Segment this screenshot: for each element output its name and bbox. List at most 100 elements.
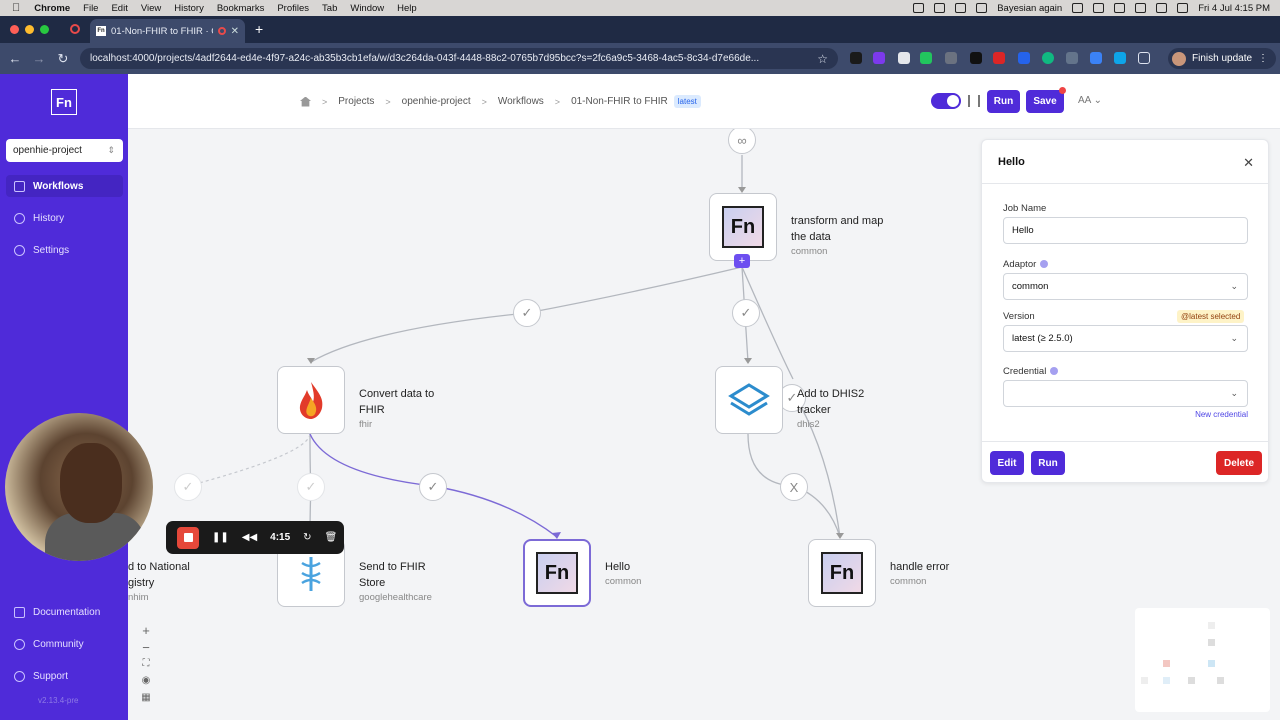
delete-button[interactable]: Delete [1216, 451, 1262, 475]
settings-sliders-icon[interactable] [968, 95, 980, 107]
breadcrumb-project[interactable]: openhie-project [402, 96, 471, 107]
openfn-logo[interactable]: Fn [51, 89, 77, 115]
close-icon[interactable]: ✕ [1243, 155, 1254, 171]
adaptor-select[interactable]: common ⌄ [1003, 273, 1248, 300]
clock[interactable]: Fri 4 Jul 4:15 PM [1198, 3, 1270, 14]
extension-icon[interactable] [898, 52, 910, 64]
breadcrumb-projects[interactable]: Projects [338, 96, 374, 107]
control-center-icon[interactable] [1177, 3, 1189, 13]
extension-icon[interactable] [920, 52, 932, 64]
trash-icon[interactable]: 🗑 [325, 532, 338, 543]
apple-icon[interactable]:  [12, 2, 20, 14]
forward-icon[interactable]: → [27, 51, 51, 66]
minimap[interactable] [1135, 608, 1270, 712]
sidebar-item-support[interactable]: Support [6, 665, 123, 687]
menu-tab[interactable]: Tab [322, 3, 337, 14]
wifi-network-name[interactable]: Bayesian again [997, 3, 1062, 14]
play-icon[interactable] [1093, 3, 1105, 13]
extension-icon[interactable] [1042, 52, 1054, 64]
user-avatar[interactable]: AA ⌄ [1078, 95, 1102, 106]
edge-condition-check-icon[interactable]: ✓ [513, 299, 541, 327]
workflow-enabled-toggle[interactable] [931, 93, 961, 109]
edit-button[interactable]: Edit [990, 451, 1024, 475]
fit-view-icon[interactable]: ⛶ [136, 658, 156, 669]
extension-icon[interactable] [1114, 52, 1126, 64]
menu-profiles[interactable]: Profiles [277, 3, 309, 14]
edge-condition-check-icon[interactable]: ✓ [174, 473, 202, 501]
zoom-in-icon[interactable]: + [136, 623, 156, 638]
stop-recording-button[interactable] [177, 526, 199, 549]
save-button[interactable]: Save [1026, 90, 1064, 113]
menu-file[interactable]: File [83, 3, 98, 14]
reload-icon[interactable]: ↻ [51, 51, 75, 67]
breadcrumb-workflows[interactable]: Workflows [498, 96, 544, 107]
extension-icon[interactable] [1090, 52, 1102, 64]
status-icon[interactable] [913, 3, 925, 13]
new-tab-icon[interactable]: + [255, 21, 263, 37]
status-icon[interactable] [955, 3, 967, 13]
extension-icon[interactable] [970, 52, 982, 64]
layout-icon[interactable]: ▦ [136, 692, 156, 703]
sidebar-item-documentation[interactable]: Documentation [6, 601, 123, 623]
menu-view[interactable]: View [141, 3, 161, 14]
job-node-convert[interactable] [277, 366, 345, 434]
job-node-transform[interactable]: Fn [709, 193, 777, 261]
extension-icon[interactable] [873, 52, 885, 64]
job-node-handle-error[interactable]: Fn [808, 539, 876, 607]
rewind-icon[interactable]: ◀◀ [242, 532, 257, 543]
battery-icon[interactable] [1114, 3, 1126, 13]
job-node-dhis2[interactable] [715, 366, 783, 434]
extension-icon[interactable] [993, 52, 1005, 64]
sidebar-item-workflows[interactable]: Workflows [6, 175, 123, 197]
credential-select[interactable]: ⌄ [1003, 380, 1248, 407]
bookmark-star-icon[interactable]: ☆ [817, 52, 828, 66]
restart-icon[interactable]: ↻ [303, 532, 311, 543]
job-node-hello[interactable]: Fn [523, 539, 591, 607]
extension-icon[interactable] [1066, 52, 1078, 64]
search-icon[interactable] [1156, 3, 1168, 13]
address-bar[interactable]: localhost:4000/projects/4adf2644-ed4e-4f… [80, 48, 838, 69]
finish-update-button[interactable]: Finish update ⋮ [1168, 48, 1277, 69]
sidebar-item-history[interactable]: History [6, 207, 123, 229]
home-icon[interactable] [300, 96, 311, 107]
volume-icon[interactable] [1072, 3, 1084, 13]
extension-icon[interactable] [1018, 52, 1030, 64]
back-icon[interactable]: ← [3, 51, 27, 66]
minimize-window-button[interactable] [25, 25, 34, 34]
menu-app[interactable]: Chrome [34, 3, 70, 14]
zoom-window-button[interactable] [40, 25, 49, 34]
info-icon[interactable] [1050, 367, 1059, 376]
run-button[interactable]: Run [987, 90, 1020, 113]
new-credential-link[interactable]: New credential [1195, 410, 1248, 419]
info-icon[interactable] [1040, 260, 1049, 269]
menu-edit[interactable]: Edit [111, 3, 127, 14]
close-window-button[interactable] [10, 25, 19, 34]
active-tab[interactable]: Fn 01-Non-FHIR to FHIR · Op ✕ [90, 19, 245, 43]
status-icon[interactable] [934, 3, 946, 13]
job-name-input[interactable]: Hello [1003, 217, 1248, 244]
pinned-tab-record-icon[interactable] [70, 24, 80, 34]
edge-condition-check-icon[interactable]: ✓ [297, 473, 325, 501]
edge-condition-x-icon[interactable]: X [780, 473, 808, 501]
extension-icon[interactable] [850, 52, 862, 64]
zoom-out-icon[interactable]: − [136, 640, 156, 655]
extension-icon[interactable] [945, 52, 957, 64]
edge-condition-check-icon[interactable]: ✓ [419, 473, 447, 501]
project-selector[interactable]: openhie-project ⇕ [6, 139, 123, 162]
close-tab-icon[interactable]: ✕ [231, 26, 239, 37]
add-job-plus-icon[interactable]: + [734, 254, 750, 268]
menu-window[interactable]: Window [350, 3, 384, 14]
sidebar-item-community[interactable]: Community [6, 633, 123, 655]
extensions-puzzle-icon[interactable] [1138, 52, 1150, 64]
menu-bookmarks[interactable]: Bookmarks [217, 3, 265, 14]
pause-icon[interactable]: ❚❚ [212, 532, 229, 543]
edge-condition-check-icon[interactable]: ✓ [732, 299, 760, 327]
sidebar-item-settings[interactable]: Settings [6, 239, 123, 261]
lock-icon[interactable]: ◉ [136, 675, 156, 686]
menu-help[interactable]: Help [397, 3, 417, 14]
run-job-button[interactable]: Run [1031, 451, 1065, 475]
status-icon[interactable] [976, 3, 988, 13]
wifi-icon[interactable] [1135, 3, 1147, 13]
menu-history[interactable]: History [174, 3, 204, 14]
version-select[interactable]: latest (≥ 2.5.0) ⌄ [1003, 325, 1248, 352]
